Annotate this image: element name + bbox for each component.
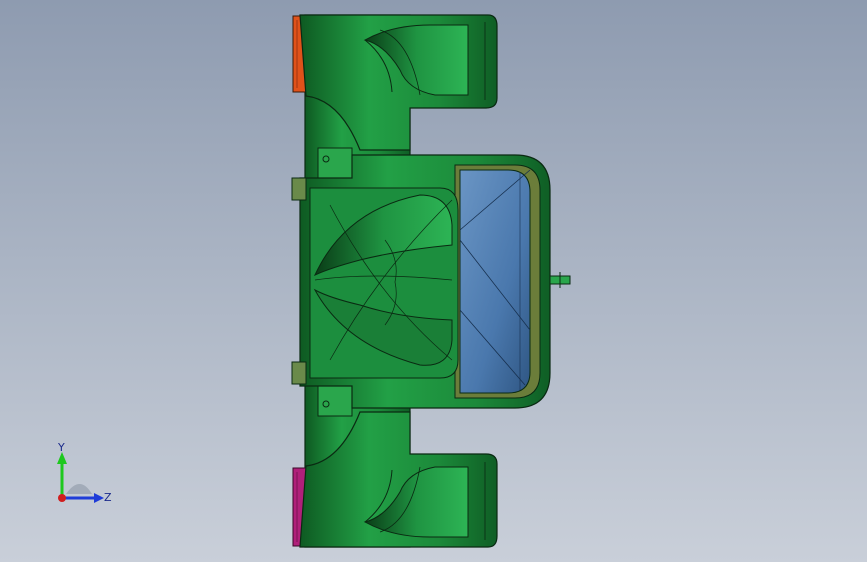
top-mount <box>317 147 353 179</box>
xy-plane-shade <box>66 484 92 494</box>
canopy-glass[interactable] <box>459 169 531 394</box>
z-axis-label: Z <box>104 491 112 504</box>
x-axis-dot <box>58 494 66 502</box>
z-axis-arrow <box>94 493 104 503</box>
axis-triad: Y Z <box>57 441 112 504</box>
3d-viewport[interactable]: Y Z <box>0 0 867 562</box>
car-model[interactable] <box>0 0 867 562</box>
bottom-mount <box>317 385 353 417</box>
y-axis-label: Y <box>57 441 65 454</box>
